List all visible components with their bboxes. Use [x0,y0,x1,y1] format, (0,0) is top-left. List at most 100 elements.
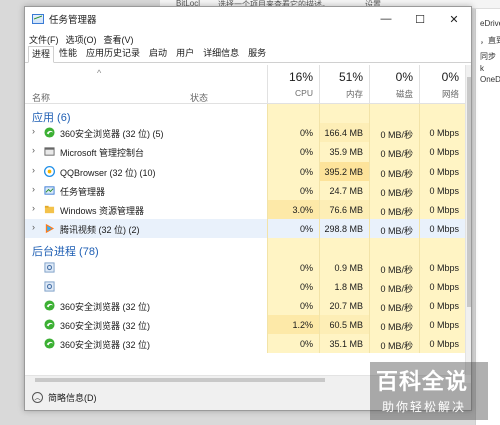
title-bar[interactable]: 任务管理器 — ☐ ✕ [25,7,471,31]
tab-users[interactable]: 用户 [172,45,198,62]
memory-value: 1.8 MB [319,276,369,296]
disk-value: 0 MB/秒 [369,180,419,200]
expand-chevron-icon[interactable]: › [32,203,35,213]
disk-value: 0 MB/秒 [369,199,419,220]
group-background[interactable]: 后台进程 (78) [25,238,465,258]
qqbrowser-icon [43,165,56,177]
cpu-value: 0% [267,123,319,143]
mmc-icon [44,146,55,157]
network-value: 0 Mbps [419,295,465,316]
vertical-scrollbar[interactable] [465,65,471,375]
expand-chevron-icon[interactable]: › [32,222,35,232]
cpu-value: 1.2% [267,315,319,335]
heat-cell [267,238,319,258]
memory-value: 35.9 MB [319,142,369,162]
network-value: 0 Mbps [419,199,465,220]
cpu-value: 0% [267,180,319,200]
cpu-value: 0% [267,219,319,239]
disk-value: 0 MB/秒 [369,219,419,239]
memory-value: 20.7 MB [319,295,369,316]
memory-value: 35.1 MB [319,334,369,354]
process-row[interactable]: 360安全浏览器 (32 位) 0% 20.7 MB 0 MB/秒 0 Mbps [25,295,465,316]
sort-caret-icon: ^ [97,68,102,78]
close-button[interactable]: ✕ [437,7,471,31]
disk-value: 0 MB/秒 [369,295,419,316]
memory-value: 76.6 MB [319,199,369,220]
column-network[interactable]: 0% 网络 [419,65,465,104]
process-row[interactable]: › Windows 资源管理器 3.0% 76.6 MB 0 MB/秒 0 Mbps [25,199,465,220]
process-row[interactable]: › 任务管理器 0% 24.7 MB 0 MB/秒 0 Mbps [25,180,465,200]
tab-performance[interactable]: 性能 [55,45,81,62]
gear-process-icon [44,281,55,292]
expand-chevron-icon[interactable]: › [32,184,35,194]
expand-chevron-icon[interactable]: › [32,126,35,136]
network-value: 0 Mbps [419,180,465,200]
tab-startup[interactable]: 启动 [145,45,171,62]
disk-value: 0 MB/秒 [369,276,419,296]
heat-cell [369,104,419,124]
disk-value: 0 MB/秒 [369,142,419,162]
process-row[interactable]: › 腾讯视频 (32 位) (2) 0% 298.8 MB 0 MB/秒 0 Mbps [25,219,465,239]
process-name: 360安全浏览器 (32 位) (5) [60,129,164,140]
heat-cell [267,104,319,124]
window-title: 任务管理器 [49,15,97,26]
process-row[interactable]: › Microsoft 管理控制台 0% 35.9 MB 0 MB/秒 0 Mbps [25,142,465,162]
tab-processes[interactable]: 进程 [28,46,55,63]
watermark-logo: 百科全说 助你轻松解决 [370,362,488,420]
process-name: Microsoft 管理控制台 [60,148,145,159]
watermark-subtitle: 助你轻松解决 [382,400,467,414]
360-browser-icon [44,127,55,138]
group-apps[interactable]: 应用 (6) [25,104,465,124]
column-name[interactable]: 名称 [32,91,50,104]
network-value: 0 Mbps [419,161,465,181]
tab-services[interactable]: 服务 [244,45,270,62]
menu-file[interactable]: 文件(F) [29,33,59,46]
cpu-value: 0% [267,276,319,296]
column-status[interactable]: 状态 [190,91,208,104]
heat-cell [369,238,419,258]
process-row[interactable]: 0% 1.8 MB 0 MB/秒 0 Mbps [25,276,465,296]
cpu-value: 0% [267,161,319,181]
menu-view[interactable]: 查看(V) [104,33,134,46]
menu-options[interactable]: 选项(O) [66,33,97,46]
chevron-up-icon[interactable]: ︿ [32,392,43,403]
background-text: ，直到 [480,36,500,45]
fewer-details-link[interactable]: 简略信息(D) [48,391,97,404]
process-row[interactable]: 0% 0.9 MB 0 MB/秒 0 Mbps [25,257,465,277]
scroll-thumb[interactable] [35,378,325,382]
explorer-icon [44,204,55,215]
tab-app-history[interactable]: 应用历史记录 [82,45,144,62]
maximize-button[interactable]: ☐ [403,7,437,31]
process-row[interactable]: › 360安全浏览器 (32 位) (5) 0% 166.4 MB 0 MB/秒 0 Mb… [25,123,465,143]
network-label: 网络 [441,89,459,99]
network-value: 0 Mbps [419,257,465,277]
cpu-total: 16% [288,70,313,84]
cpu-value: 3.0% [267,199,319,220]
process-name: 360安全浏览器 (32 位) [60,321,151,332]
disk-label: 磁盘 [395,89,413,99]
watermark-title: 百科全说 [376,369,469,394]
expand-chevron-icon[interactable]: › [32,165,35,175]
process-row[interactable]: › QQBrowser (32 位) (10) 0% 395.2 MB 0 MB/秒 0 … [25,161,465,181]
process-row[interactable]: 360安全浏览器 (32 位) 1.2% 60.5 MB 0 MB/秒 0 Mbps [25,315,465,335]
tab-details[interactable]: 详细信息 [199,45,243,62]
minimize-button[interactable]: — [369,7,403,31]
network-value: 0 Mbps [419,123,465,143]
cpu-value: 0% [267,295,319,316]
scroll-thumb[interactable] [467,77,471,307]
memory-label: 内存 [345,89,363,99]
column-memory[interactable]: 51% 内存 [319,65,369,104]
disk-value: 0 MB/秒 [369,257,419,277]
cpu-label: CPU [295,88,313,98]
network-value: 0 Mbps [419,315,465,335]
cpu-value: 0% [267,257,319,277]
expand-chevron-icon[interactable]: › [32,145,35,155]
memory-total: 51% [338,70,363,84]
heat-cell [419,238,465,258]
memory-value: 60.5 MB [319,315,369,335]
column-disk[interactable]: 0% 磁盘 [369,65,419,104]
process-row[interactable]: 360安全浏览器 (32 位) 0% 35.1 MB 0 MB/秒 0 Mbps [25,334,465,354]
column-cpu[interactable]: 16% CPU [267,65,319,104]
process-name: 任务管理器 [60,186,106,197]
tab-bar: 进程 性能 应用历史记录 启动 用户 详细信息 服务 [25,45,471,63]
